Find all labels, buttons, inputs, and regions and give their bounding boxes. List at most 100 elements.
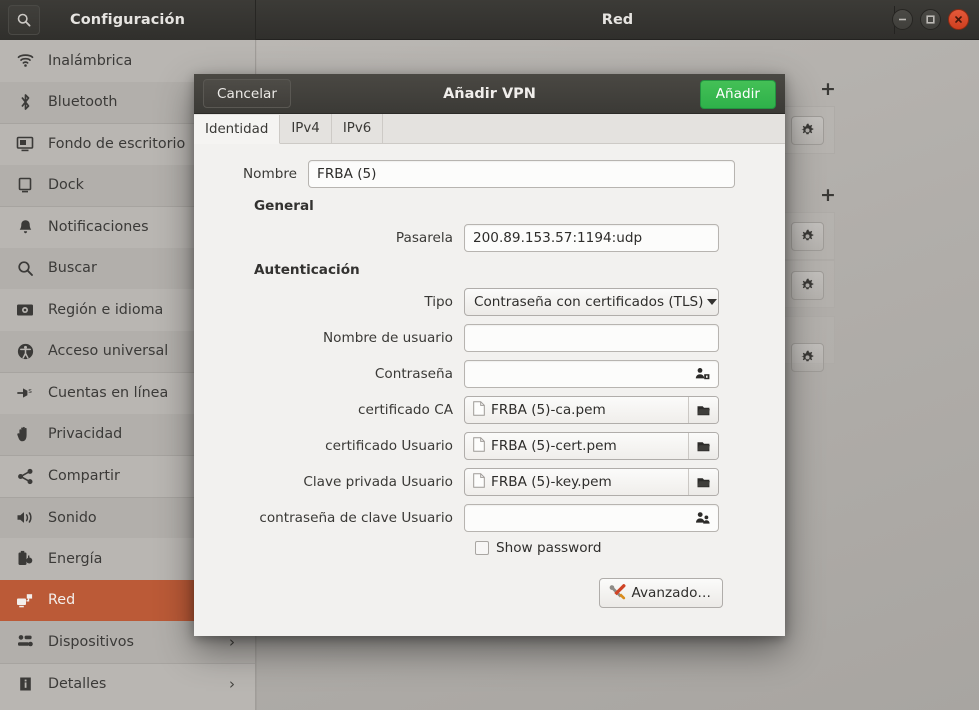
advanced-button-label: Avanzado… [631, 585, 712, 601]
dialog-tabs[interactable]: Identidad IPv4 IPv6 [194, 114, 785, 144]
network-icon [10, 592, 40, 609]
search-icon [10, 260, 40, 277]
chevron-right-icon: › [229, 674, 235, 693]
advanced-button[interactable]: Avanzado… [598, 578, 723, 608]
sidebar-item-detalles[interactable]: Detalles › [0, 662, 255, 704]
username-input[interactable] [464, 324, 719, 352]
add-vpn-dialog: Cancelar Añadir VPN Añadir Identidad IPv… [194, 74, 785, 636]
settings-gear-button[interactable] [791, 343, 824, 372]
sidebar-item-label: Dock [48, 177, 84, 194]
tab-identidad[interactable]: Identidad [194, 115, 281, 144]
name-label: Nombre [242, 166, 297, 182]
sidebar-item-label: Bluetooth [48, 94, 118, 111]
sidebar-item-label: Energía [48, 550, 103, 567]
sidebar-item-label: Compartir [48, 468, 120, 485]
name-input[interactable]: FRBA (5) [308, 160, 735, 188]
dialog-header: Cancelar Añadir VPN Añadir [194, 74, 785, 114]
settings-gear-button[interactable] [791, 271, 824, 300]
add-vpn-button-2[interactable]: + [820, 186, 836, 205]
power-battery-icon [10, 550, 40, 567]
minimize-button[interactable] [892, 8, 913, 30]
field-row-ca-cert: certificado CA FRBA (5)-ca.pem [194, 396, 785, 424]
user-key-label: Clave privada Usuario [303, 474, 453, 490]
open-file-button[interactable] [688, 469, 718, 495]
window-titlebar: Configuración Red [0, 0, 979, 40]
titlebar-sidebar-section: Configuración [0, 0, 256, 40]
field-row-username: Nombre de usuario [194, 324, 785, 352]
add-vpn-button[interactable]: + [820, 80, 836, 99]
field-row-user-key: Clave privada Usuario FRBA (5)-key.pem [194, 468, 785, 496]
gateway-label: Pasarela [395, 230, 453, 246]
chevron-down-icon [707, 299, 718, 305]
password-input[interactable] [464, 360, 719, 388]
show-password-row[interactable]: Show password [475, 540, 785, 556]
gear-icon [801, 350, 814, 362]
sidebar-item-label: Dispositivos [48, 633, 134, 650]
gear-icon [801, 229, 814, 241]
file-icon [473, 400, 485, 420]
dock-icon [10, 177, 40, 193]
field-row-password: Contraseña [194, 360, 785, 388]
tab-ipv6[interactable]: IPv6 [331, 114, 384, 143]
wifi-icon [10, 53, 40, 68]
open-folder-icon [697, 442, 710, 452]
add-button[interactable]: Añadir [699, 79, 776, 109]
field-row-gateway: Pasarela 200.89.153.57:1194:udp [194, 224, 785, 252]
bluetooth-icon [10, 93, 40, 111]
user-cert-filename: FRBA (5)-cert.pem [491, 438, 617, 454]
tab-ipv4[interactable]: IPv4 [280, 114, 332, 143]
sidebar-item-label: Buscar [48, 260, 97, 277]
cancel-button[interactable]: Cancelar [203, 79, 291, 108]
sidebar-item-label: Notificaciones [48, 219, 149, 236]
online-accounts-icon: s [10, 385, 40, 401]
tools-icon [608, 583, 626, 604]
sidebar-item-label: Inalámbrica [48, 52, 133, 69]
sidebar-item-label: Acceso universal [48, 343, 169, 360]
field-row-type: Tipo Contraseña con certificados (TLS) [194, 288, 785, 316]
accessibility-icon [10, 343, 40, 360]
gear-icon [801, 123, 814, 135]
gateway-input[interactable]: 200.89.153.57:1194:udp [464, 224, 719, 252]
user-key-filename: FRBA (5)-key.pem [491, 474, 612, 490]
user-cert-filechooser[interactable]: FRBA (5)-cert.pem [464, 432, 719, 460]
settings-gear-button[interactable] [791, 116, 824, 145]
user-cert-label: certificado Usuario [325, 438, 453, 454]
ca-cert-label: certificado CA [358, 402, 453, 418]
field-row-user-key-password: contraseña de clave Usuario [194, 504, 785, 532]
username-label: Nombre de usuario [323, 330, 453, 346]
open-folder-icon [697, 406, 710, 416]
ca-cert-filename: FRBA (5)-ca.pem [491, 402, 606, 418]
show-password-checkbox[interactable] [475, 541, 489, 555]
close-button[interactable] [948, 8, 969, 30]
sound-icon [10, 510, 40, 525]
hand-privacy-icon [10, 426, 40, 443]
section-autenticacion: Autenticación [254, 262, 360, 278]
ca-cert-filename-wrap: FRBA (5)-ca.pem [465, 400, 688, 420]
password-store-icon[interactable] [692, 511, 710, 526]
user-key-filechooser[interactable]: FRBA (5)-key.pem [464, 468, 719, 496]
gear-icon [801, 278, 814, 290]
field-row-name: Nombre FRBA (5) [194, 160, 785, 188]
desktop-background-icon [10, 136, 40, 152]
type-dropdown-value: Contraseña con certificados (TLS) [474, 294, 704, 310]
user-key-password-input[interactable] [464, 504, 719, 532]
sidebar-title: Configuración [70, 11, 185, 28]
open-file-button[interactable] [688, 397, 718, 423]
type-dropdown[interactable]: Contraseña con certificados (TLS) [464, 288, 719, 316]
maximize-button[interactable] [920, 8, 941, 30]
password-store-icon[interactable] [692, 367, 710, 382]
name-input-value: FRBA (5) [317, 166, 377, 182]
type-label: Tipo [424, 294, 453, 310]
file-icon [473, 472, 485, 492]
show-password-label: Show password [496, 540, 602, 556]
open-file-button[interactable] [688, 433, 718, 459]
file-icon [473, 436, 485, 456]
ca-cert-filechooser[interactable]: FRBA (5)-ca.pem [464, 396, 719, 424]
gateway-input-value: 200.89.153.57:1194:udp [473, 230, 643, 246]
section-general: General [254, 198, 314, 214]
region-language-icon [10, 303, 40, 317]
bell-icon [10, 219, 40, 236]
open-folder-icon [697, 478, 710, 488]
sidebar-item-label: Red [48, 592, 76, 609]
settings-gear-button[interactable] [791, 222, 824, 251]
